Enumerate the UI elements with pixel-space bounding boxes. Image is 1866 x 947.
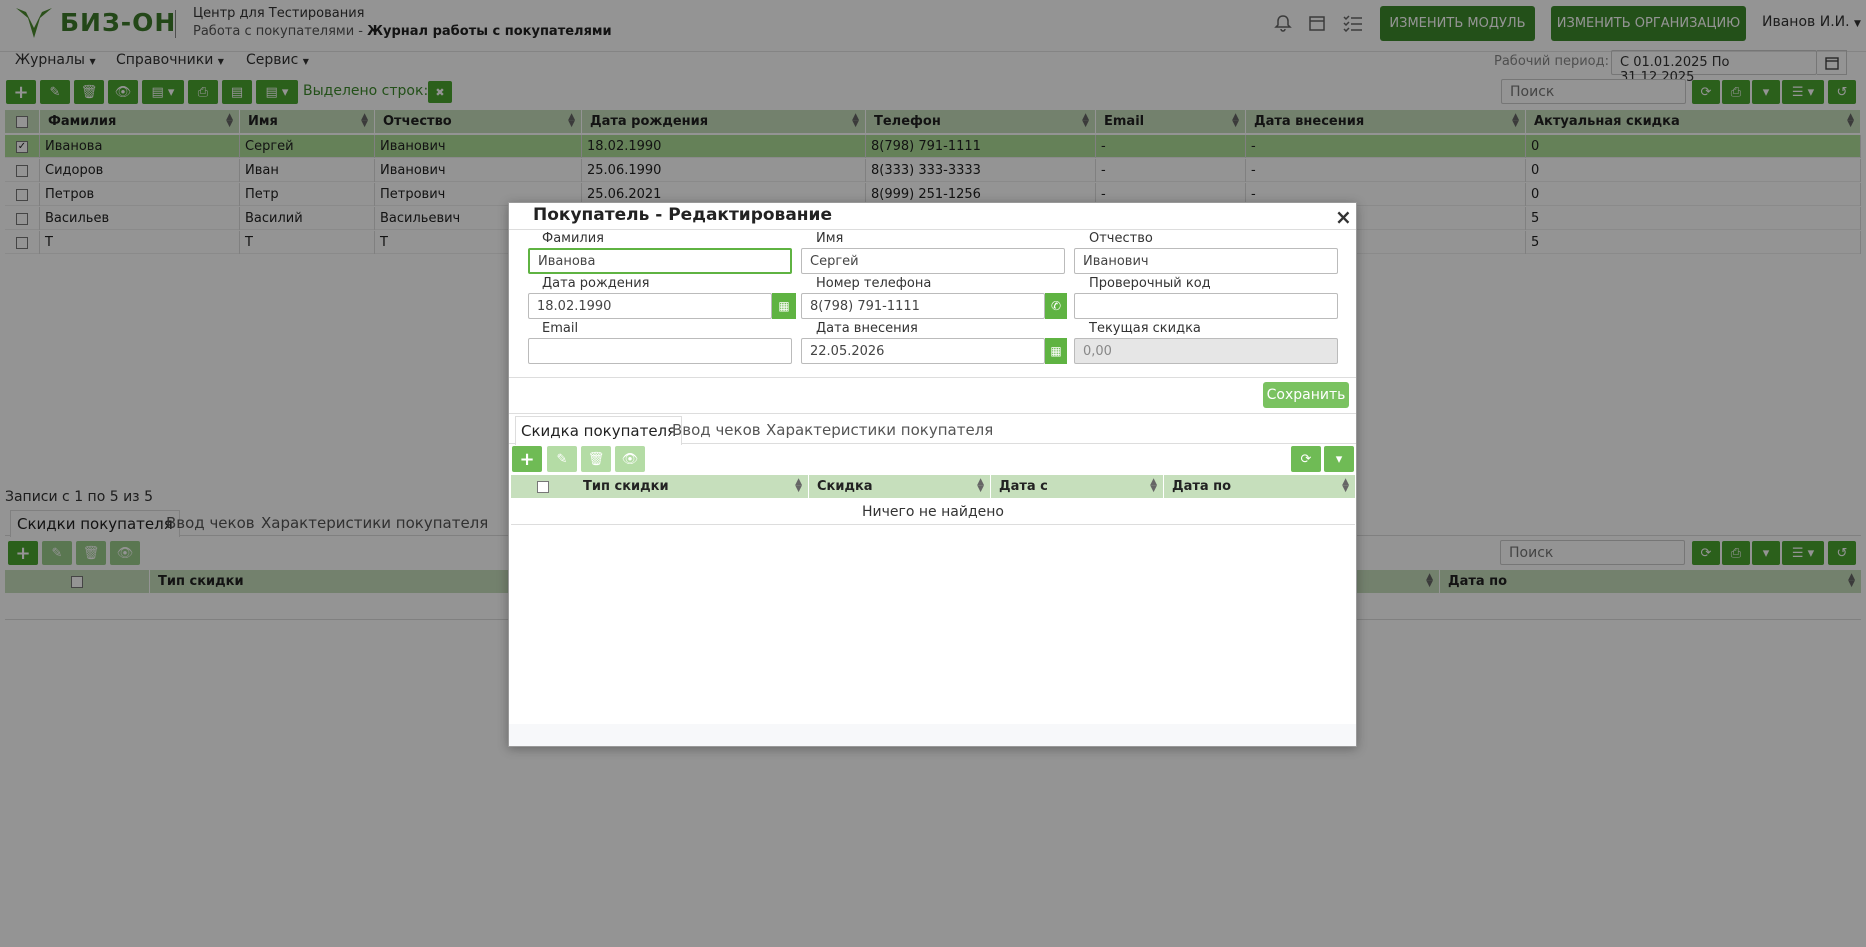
entry-date-calendar-icon[interactable]: ▦ bbox=[1045, 338, 1067, 364]
dialog-footer bbox=[509, 724, 1356, 746]
column-header-label: Дата по bbox=[1172, 479, 1232, 494]
email-field[interactable] bbox=[528, 338, 792, 364]
caret-box-icon: ▾ bbox=[1335, 451, 1343, 467]
edit-button[interactable]: ✎ bbox=[547, 446, 577, 472]
column-header[interactable]: Тип скидки ▲ ▼ bbox=[575, 475, 809, 498]
refresh-icon: ⟳ bbox=[1300, 451, 1312, 467]
select-all-checkbox[interactable] bbox=[511, 475, 575, 498]
tab-characteristics[interactable]: Характеристики покупателя bbox=[766, 421, 993, 439]
entry-date-label: Дата внесения bbox=[816, 321, 918, 336]
birthdate-calendar-icon[interactable]: ▦ bbox=[772, 293, 796, 319]
tab-receipts[interactable]: Ввод чеков bbox=[672, 421, 761, 439]
phone-call-icon[interactable]: ✆ bbox=[1045, 293, 1067, 319]
patronymic-label: Отчество bbox=[1089, 231, 1153, 246]
eye-icon: 👁 bbox=[621, 451, 639, 467]
lastname-field[interactable] bbox=[528, 248, 792, 274]
delete-button[interactable]: 🗑 bbox=[581, 446, 611, 472]
plus-icon: + bbox=[519, 448, 535, 470]
divider bbox=[509, 229, 1356, 230]
add-button[interactable]: + bbox=[512, 446, 542, 472]
lastname-label: Фамилия bbox=[542, 231, 604, 246]
discount-label: Текущая скидка bbox=[1089, 321, 1201, 336]
entry-date-field[interactable] bbox=[801, 338, 1045, 364]
phone-label: Номер телефона bbox=[816, 276, 932, 291]
divider bbox=[509, 413, 1356, 414]
sort-icon: ▲ ▼ bbox=[795, 477, 802, 494]
current-discount-field bbox=[1074, 338, 1338, 364]
column-header-label: Скидка bbox=[817, 479, 873, 494]
pencil-icon: ✎ bbox=[556, 451, 568, 467]
close-icon[interactable]: × bbox=[1335, 205, 1352, 229]
code-label: Проверочный код bbox=[1089, 276, 1211, 291]
tab-customer-discount[interactable]: Скидка покупателя bbox=[515, 416, 683, 445]
view-button[interactable]: 👁 bbox=[615, 446, 645, 472]
patronymic-field[interactable] bbox=[1074, 248, 1338, 274]
birthdate-label: Дата рождения bbox=[542, 276, 650, 291]
column-header-label: Тип скидки bbox=[583, 479, 669, 494]
divider bbox=[509, 377, 1356, 378]
column-header[interactable]: Скидка ▲ ▼ bbox=[809, 475, 991, 498]
column-header-label: Дата с bbox=[999, 479, 1048, 494]
column-header[interactable]: Дата по ▲ ▼ bbox=[1164, 475, 1355, 498]
column-header[interactable]: Дата с ▲ ▼ bbox=[991, 475, 1164, 498]
firstname-label: Имя bbox=[816, 231, 844, 246]
verification-code-field[interactable] bbox=[1074, 293, 1338, 319]
refresh-button[interactable]: ⟳ bbox=[1291, 446, 1321, 472]
save-button[interactable]: Сохранить bbox=[1263, 382, 1349, 408]
sort-icon: ▲ ▼ bbox=[1150, 477, 1157, 494]
dialog-title: Покупатель - Редактирование bbox=[533, 205, 832, 225]
discount-table-header: Тип скидки ▲ ▼ Скидка ▲ ▼ Дата с ▲ ▼ Дата по ▲ ▼ bbox=[511, 475, 1355, 498]
birthdate-field[interactable] bbox=[528, 293, 772, 319]
email-label: Email bbox=[542, 321, 579, 336]
sort-icon: ▲ ▼ bbox=[977, 477, 984, 494]
empty-message: Ничего не найдено bbox=[511, 499, 1355, 525]
dropdown-button[interactable]: ▾ bbox=[1324, 446, 1354, 472]
sort-icon: ▲ ▼ bbox=[1342, 477, 1349, 494]
firstname-field[interactable] bbox=[801, 248, 1065, 274]
phone-field[interactable] bbox=[801, 293, 1045, 319]
customer-edit-dialog: Покупатель - Редактирование × Фамилия Им… bbox=[508, 202, 1357, 747]
trash-icon: 🗑 bbox=[587, 451, 605, 467]
